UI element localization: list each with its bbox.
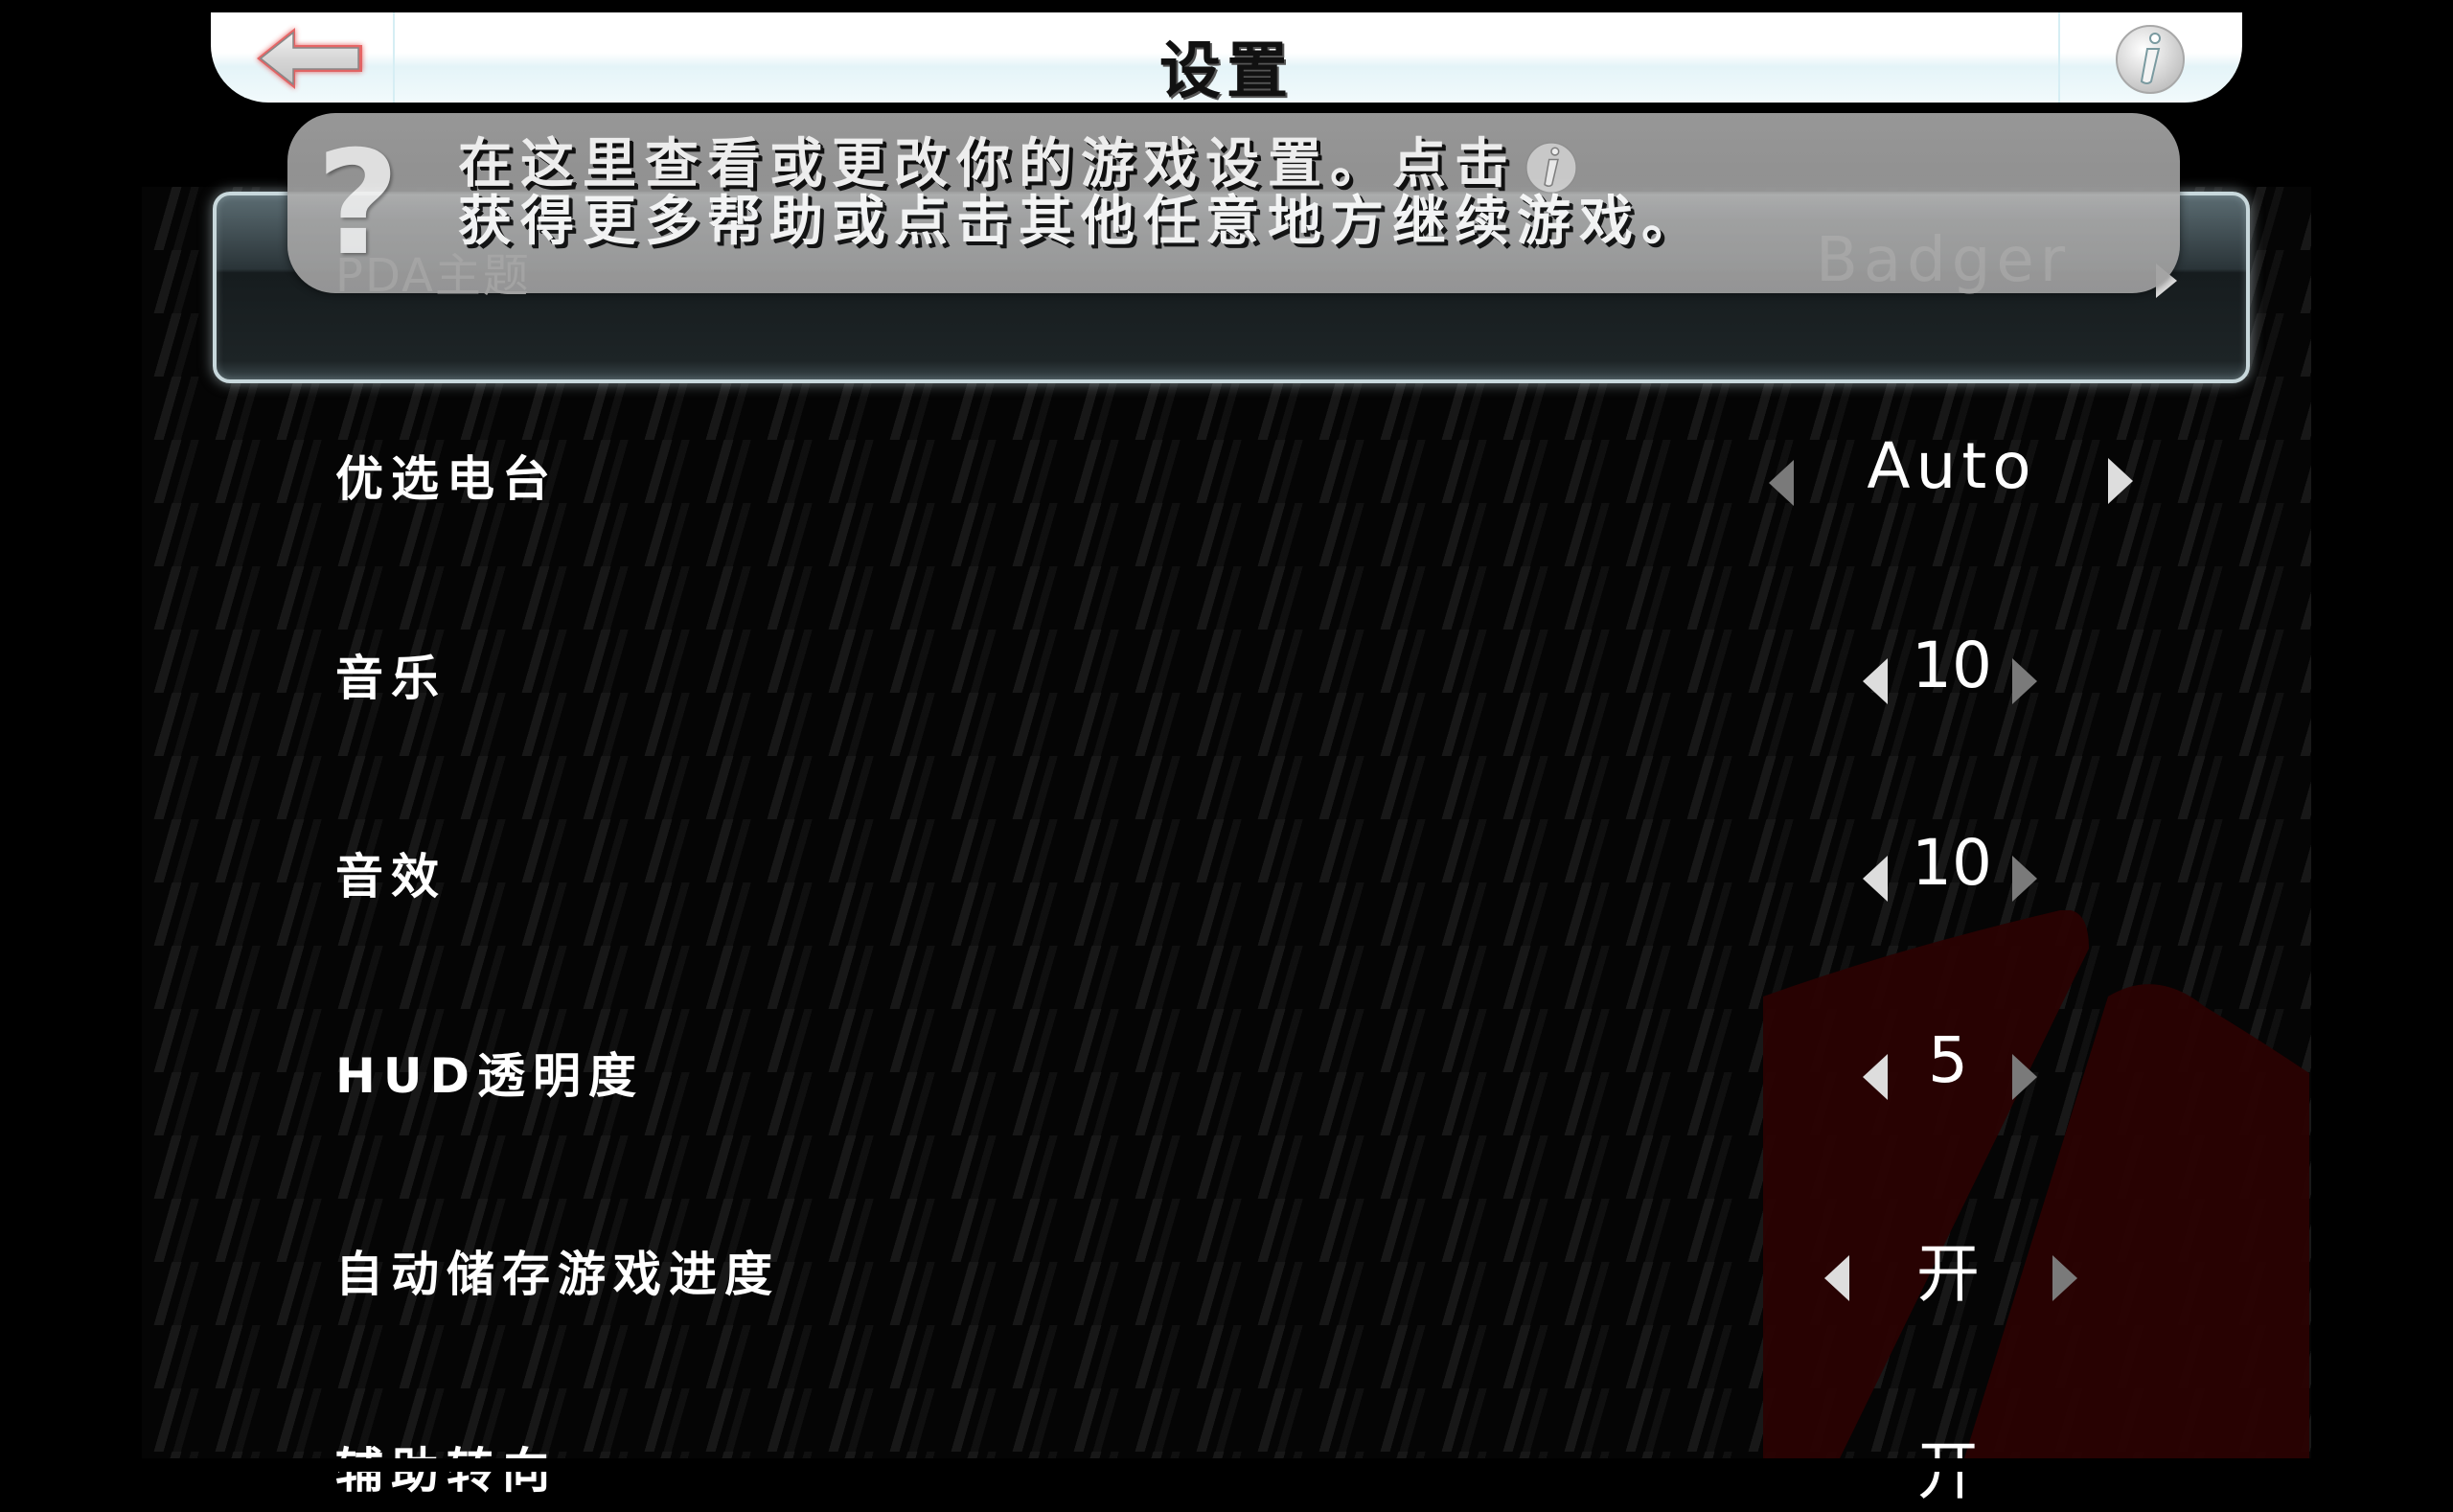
next-arrow-icon[interactable] — [2012, 1054, 2037, 1100]
brand-logo-icon — [1763, 910, 2309, 1458]
info-icon — [2116, 25, 2185, 94]
next-arrow-icon[interactable] — [2012, 856, 2037, 902]
setting-label: HUD透明度 — [335, 1048, 644, 1104]
tooltip-text-line: 获得更多帮助或点击其他任意地方继续游戏。 — [458, 191, 1704, 253]
setting-label: 自动储存游戏进度 — [335, 1247, 780, 1302]
setting-value: Auto — [1867, 429, 2037, 503]
setting-label: 音乐 — [335, 651, 447, 706]
screen-border — [0, 1458, 2453, 1472]
title-bar: 设置 — [211, 12, 2242, 107]
setting-label: 音效 — [335, 849, 447, 905]
help-tooltip[interactable]: ? 在这里查看或更改你的游戏设置。点击 获得更多帮助或点击其他任意地方继续游戏。 — [287, 113, 2180, 293]
setting-label: 优选电台 — [335, 451, 558, 507]
next-arrow-icon[interactable] — [2052, 1255, 2077, 1301]
info-button[interactable] — [2113, 22, 2188, 97]
question-mark-icon: ? — [316, 121, 401, 287]
prev-arrow-icon[interactable] — [1769, 460, 1794, 506]
setting-value: 开 — [1916, 1237, 1980, 1311]
next-arrow-icon[interactable] — [2012, 658, 2037, 704]
page-title: 设置 — [1159, 36, 1294, 107]
next-arrow-icon[interactable] — [2108, 458, 2133, 504]
